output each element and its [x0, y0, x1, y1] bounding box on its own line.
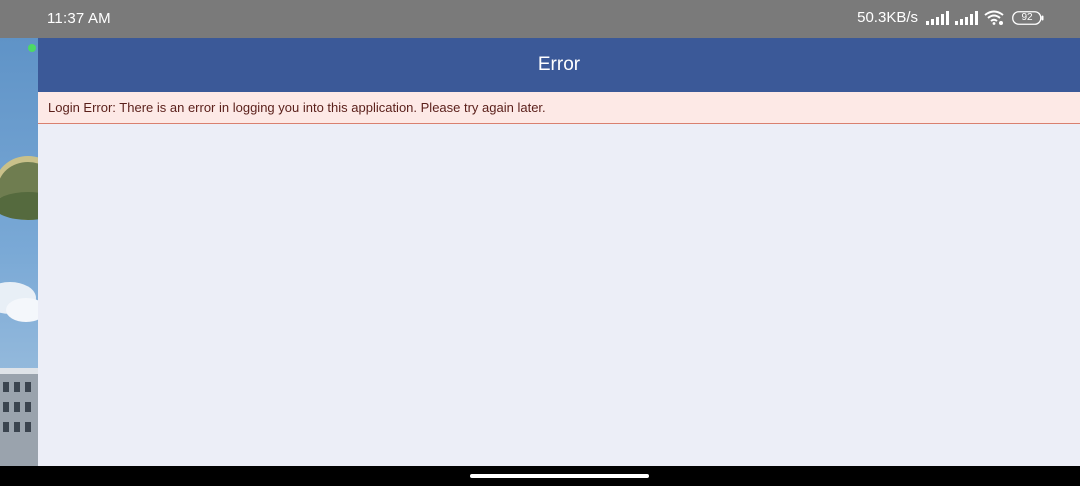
- status-indicators: 50.3KB/s 92: [857, 9, 1044, 26]
- status-time: 11:37 AM: [47, 10, 111, 27]
- page-title: Error: [537, 54, 581, 75]
- wifi-icon: [984, 10, 1004, 25]
- app-header: Error: [38, 38, 1080, 92]
- error-banner: Login Error: There is an error in loggin…: [38, 92, 1080, 124]
- battery-icon: 92: [1012, 10, 1044, 25]
- cell-signal-icon-2: [955, 10, 978, 25]
- error-message: Login Error: There is an error in loggin…: [48, 100, 546, 115]
- screen: 11:37 AM 50.3KB/s 92 Error Login Error: …: [0, 0, 1080, 486]
- wallpaper-background: [0, 38, 38, 466]
- navigation-bar: [0, 466, 1080, 486]
- home-indicator[interactable]: [470, 474, 649, 478]
- cell-signal-icon: [926, 10, 949, 25]
- status-bar: 11:37 AM 50.3KB/s 92: [0, 0, 1080, 38]
- battery-level: 92: [1021, 11, 1033, 23]
- app-window: Error Login Error: There is an error in …: [38, 38, 1080, 466]
- network-speed: 50.3KB/s: [857, 9, 918, 26]
